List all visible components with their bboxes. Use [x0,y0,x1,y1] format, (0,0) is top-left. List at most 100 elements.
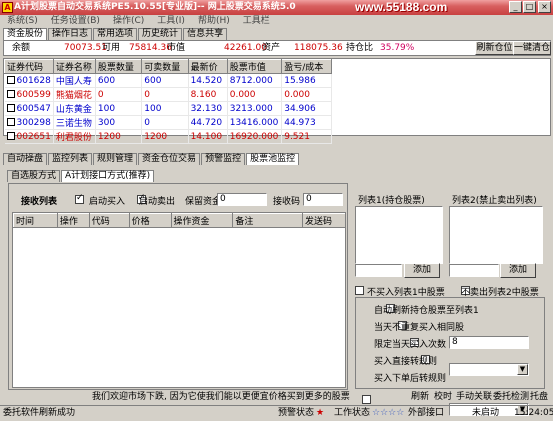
table-row[interactable]: 600547 山东黄金 100 100 32.130 3213.000 34.9… [4,101,332,116]
menu-refresh[interactable]: 刷新 [411,391,429,404]
account-tabs: 资金股份 操作日志 常用选项 历史统计 信息共享 [3,28,228,40]
assets-label: 资产 [262,43,281,53]
menu-sync-time[interactable]: 校时 [434,391,452,404]
stock-value: 8712.000 [227,73,283,88]
table-row[interactable]: 002651 利君股份 1200 1200 14.100 16920.000 9… [4,129,332,144]
watermark: www.55188.com [355,0,448,14]
work-status-label: 工作状态 [334,408,371,418]
stock-price: 8.160 [188,87,228,102]
col-pl[interactable]: 盈亏/成本 [281,59,332,74]
app-icon: A [2,2,13,13]
tab-rule-management[interactable]: 规则管理 [93,153,138,165]
tab-position-trade[interactable]: 资金仓位交易 [138,153,201,165]
tab-funds-shares[interactable]: 资金股份 [3,28,48,40]
tab-monitor-list[interactable]: 监控列表 [48,153,93,165]
stock-price: 44.720 [188,115,228,130]
col-value[interactable]: 股票市值 [226,59,283,74]
tab-info-share[interactable]: 信息共享 [183,28,228,40]
col-code[interactable]: 证券代码 [4,59,54,74]
tab-watchlist-mode[interactable]: 自选股方式 [7,170,61,182]
holdings-header-row: 证券代码 证券名称 股票数量 可卖数量 最新价 股票市值 盈亏/成本 [4,59,332,74]
close-button[interactable]: × [538,1,551,13]
market-value-label: 市值 [167,43,186,53]
row-checkbox[interactable] [6,90,15,98]
status-message: 委托软件刷新成功 [3,408,76,418]
stock-pl: 9.521 [281,129,332,144]
list2-label: 列表2(禁止卖出列表) [452,196,537,206]
menu-system[interactable]: 系统(S) [7,15,38,27]
no-buy-list1-checkbox[interactable] [355,286,364,295]
tab-stock-pool-monitor[interactable]: 股票池监控 [246,153,300,165]
row-checkbox[interactable] [6,118,15,126]
row-checkbox[interactable] [6,76,15,84]
list2-box[interactable] [449,206,543,264]
menu-operation[interactable]: 操作(C) [113,15,144,27]
auto-sell-label: 启动卖出 [139,197,176,207]
col-send-code[interactable]: 发送码 [302,213,346,228]
tab-auto-trade[interactable]: 自动操盘 [3,153,48,165]
balance-label: 余额 [12,43,31,53]
maximize-button[interactable]: □ [523,1,536,13]
tab-history-stats[interactable]: 历史统计 [138,28,183,40]
menu-tray[interactable]: 托盘 [530,391,548,404]
list2-add-button[interactable]: 添加 [500,263,536,278]
stock-qty: 0 [95,87,143,102]
list1-box[interactable] [355,206,443,264]
clear-all-button[interactable]: 一键清仓 [513,41,551,55]
col-order-funds[interactable]: 操作资金 [170,213,234,228]
col-remark[interactable]: 备注 [232,213,304,228]
tab-alert-monitor[interactable]: 预警监控 [201,153,246,165]
stock-pl: 15.986 [281,73,332,88]
col-time[interactable]: 时间 [13,213,58,228]
reserve-funds-input[interactable]: 0 [217,193,267,206]
auto-buy-checkbox[interactable] [75,193,84,204]
stock-qty: 1200 [95,129,143,144]
col-action[interactable]: 操作 [56,213,90,228]
col-order-price[interactable]: 价格 [128,213,172,228]
stock-code: 002651 [16,131,51,142]
available-label: 可用 [102,43,121,53]
menu-help[interactable]: 帮助(H) [198,15,230,27]
buy-rule-select[interactable]: ▼ [449,363,529,376]
limit-buys-input[interactable]: 8 [449,336,529,349]
list1-add-button[interactable]: 添加 [404,263,440,278]
col-sellable[interactable]: 可卖数量 [141,59,189,74]
tab-common-options[interactable]: 常用选项 [93,28,138,40]
table-row[interactable]: 600599 熊猫烟花 0 0 8.160 0.000 0.000 [4,87,332,102]
refresh-position-button[interactable]: 刷新仓位 [475,41,514,55]
stock-value: 3213.000 [227,101,283,116]
table-row[interactable]: 300298 三诺生物 300 0 44.720 13416.000 44.97… [4,115,332,130]
row-checkbox[interactable] [6,104,15,112]
menu-tools[interactable]: 工具(I) [157,15,185,27]
menu-manual-link[interactable]: 手动关联 [456,391,492,404]
col-name[interactable]: 证券名称 [52,59,96,74]
receive-code-label: 接收码 [273,197,301,207]
stock-pl: 0.000 [281,87,332,102]
title-bar: A计划股票自动交易系统PE5.10.55[专业版]-- 网上股票交易系统5.0 [0,0,553,15]
stock-sellable: 100 [141,101,189,116]
stock-code: 601628 [16,75,51,86]
stock-pl: 44.973 [281,115,332,130]
menu-toolbar[interactable]: 工具栏 [243,15,270,27]
stock-name: 山东黄金 [53,101,96,116]
stock-sellable: 0 [141,87,189,102]
menu-order-check[interactable]: 委托检测 [493,391,529,404]
minimize-button[interactable]: _ [509,1,522,13]
tab-interface-mode[interactable]: A计划接口方式(推荐) [61,170,155,182]
tab-operation-log[interactable]: 操作日志 [48,28,93,40]
col-price[interactable]: 最新价 [187,59,228,74]
table-row[interactable]: 601628 中国人寿 600 600 14.520 8712.000 15.9… [4,73,332,88]
list1-input[interactable] [355,264,402,277]
menu-task-settings[interactable]: 任务设置(B) [51,15,100,27]
auto-buy-label: 启动买入 [89,197,126,207]
row-checkbox[interactable] [6,132,15,140]
stock-code: 600547 [16,103,51,114]
col-order-code[interactable]: 代码 [88,213,130,228]
account-summary: 余额 70073.51 可用 75814.36 市值 42261.00 资产 1… [3,40,551,56]
stock-value: 16920.000 [227,129,283,144]
list2-input[interactable] [449,264,499,277]
col-qty[interactable]: 股票数量 [94,59,143,74]
stock-qty: 600 [95,73,143,88]
chevron-down-icon[interactable]: ▼ [517,364,528,375]
receive-code-input[interactable]: 0 [303,193,343,206]
